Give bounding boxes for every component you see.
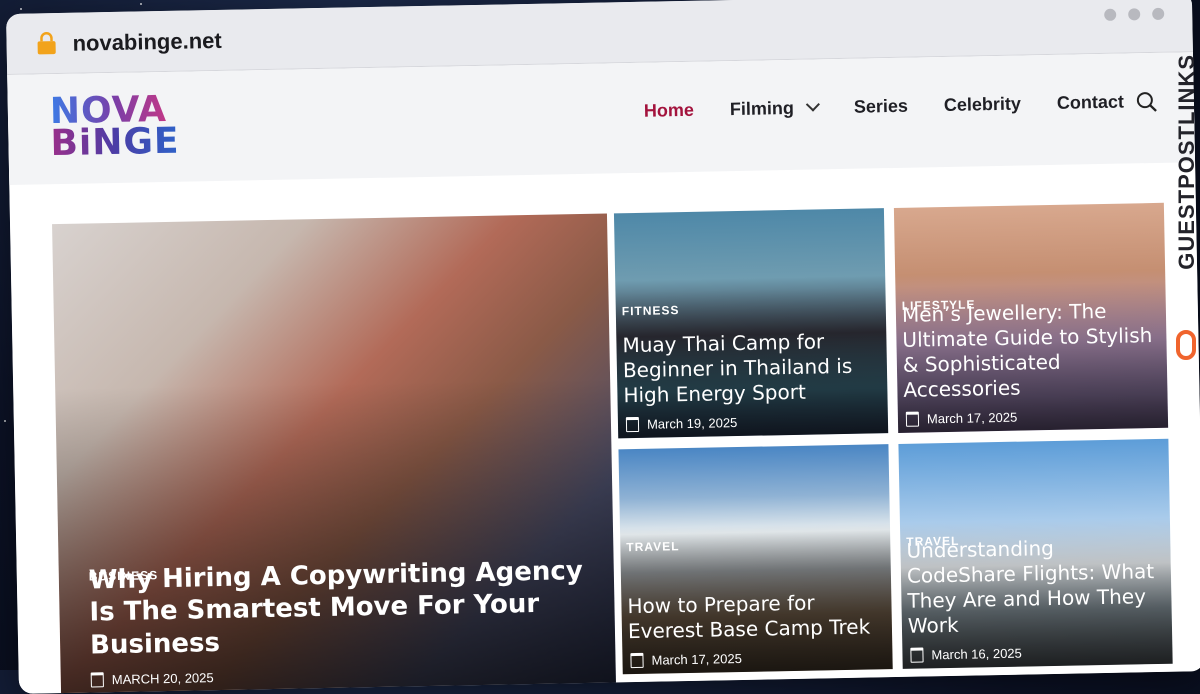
address-bar-url[interactable]: novabinge.net	[72, 28, 222, 57]
window-dot[interactable]	[1104, 8, 1117, 21]
calendar-icon	[90, 672, 104, 688]
post-title[interactable]: Understanding CodeShare Flights: What Th…	[906, 534, 1170, 639]
calendar-icon	[630, 652, 644, 669]
post-category[interactable]: FITNESS	[622, 303, 680, 318]
nav-celebrity[interactable]: Celebrity	[944, 94, 1021, 116]
nav-series[interactable]: Series	[854, 96, 908, 118]
lock-icon	[37, 32, 56, 55]
post-date-text: March 19, 2025	[646, 415, 738, 432]
chevron-down-icon	[805, 97, 820, 112]
post-date: MARCH 20, 2025	[90, 670, 214, 688]
featured-post-travel-everest[interactable]: TRAVEL How to Prepare for Everest Base C…	[618, 444, 893, 675]
search-icon[interactable]	[1136, 91, 1158, 113]
post-title[interactable]: How to Prepare for Everest Base Camp Tre…	[627, 589, 890, 644]
post-date: March 19, 2025	[625, 415, 738, 433]
nav-filming-label: Filming	[729, 97, 795, 120]
post-date-text: March 17, 2025	[926, 409, 1018, 427]
logo-line-2: BiNGE	[50, 120, 180, 165]
post-date: March 17, 2025	[905, 409, 1018, 427]
featured-post-business[interactable]: BUSINESS Why Hiring A Copywriting Agency…	[52, 213, 616, 694]
calendar-icon	[625, 416, 640, 433]
post-title[interactable]: Why Hiring A Copywriting Agency Is The S…	[89, 554, 611, 661]
post-title[interactable]: Muay Thai Camp for Beginner in Thailand …	[622, 328, 885, 408]
browser-window: novabinge.net NOVA BiNGE Home Filming Se…	[6, 0, 1200, 694]
guestpostlinks-watermark: GUESTPOSTLINKS	[1170, 54, 1200, 360]
nav-home[interactable]: Home	[644, 100, 694, 122]
window-dot[interactable]	[1152, 7, 1165, 20]
post-category[interactable]: TRAVEL	[626, 539, 679, 554]
post-date: March 17, 2025	[630, 650, 742, 669]
site-header: NOVA BiNGE Home Filming Series Celebrity…	[7, 52, 1196, 185]
post-date-text: MARCH 20, 2025	[111, 670, 214, 688]
featured-post-travel-codeshare[interactable]: TRAVEL Understanding CodeShare Flights: …	[898, 438, 1173, 669]
nav-contact[interactable]: Contact	[1057, 92, 1124, 114]
window-controls	[1104, 7, 1165, 21]
post-date-text: March 17, 2025	[651, 650, 742, 668]
site-page: NOVA BiNGE Home Filming Series Celebrity…	[7, 52, 1200, 694]
site-logo[interactable]: NOVA BiNGE	[49, 89, 180, 165]
nav-filming[interactable]: Filming	[729, 97, 820, 120]
link-icon	[1176, 330, 1196, 360]
featured-post-lifestyle[interactable]: LIFESTYLE Men’s Jewellery: The Ultimate …	[893, 202, 1169, 433]
post-date-text: March 16, 2025	[931, 645, 1022, 663]
featured-grid: BUSINESS Why Hiring A Copywriting Agency…	[52, 202, 1187, 694]
featured-post-fitness[interactable]: FITNESS Muay Thai Camp for Beginner in T…	[613, 208, 889, 439]
calendar-icon	[905, 411, 920, 427]
watermark-text: GUESTPOSTLINKS	[1174, 54, 1199, 270]
window-dot[interactable]	[1128, 8, 1141, 21]
post-title[interactable]: Men’s Jewellery: The Ultimate Guide to S…	[902, 298, 1166, 403]
main-nav: Home Filming Series Celebrity Contact	[644, 92, 1124, 122]
calendar-icon	[910, 647, 924, 663]
post-date: March 16, 2025	[910, 646, 1022, 663]
